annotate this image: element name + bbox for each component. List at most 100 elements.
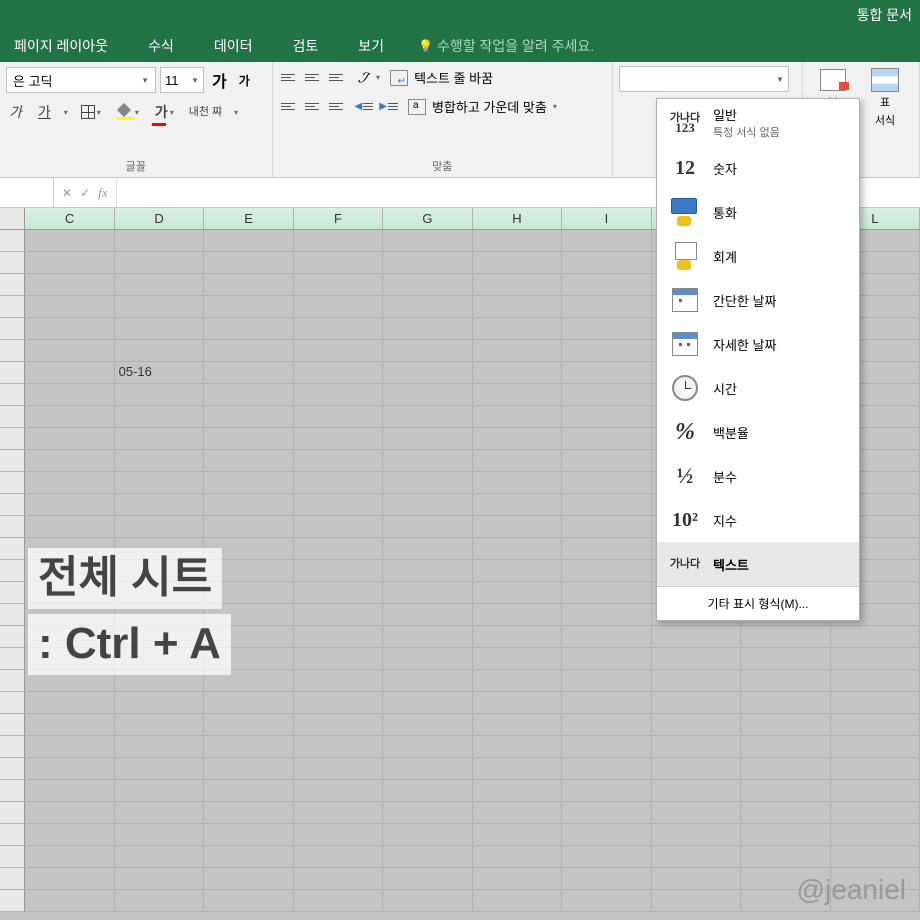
cell[interactable] <box>204 472 293 493</box>
cell[interactable] <box>204 340 293 361</box>
cell[interactable] <box>25 340 114 361</box>
cell[interactable] <box>562 296 651 317</box>
cell[interactable] <box>741 802 830 823</box>
cell[interactable] <box>473 846 562 867</box>
cell[interactable] <box>652 626 741 647</box>
cell[interactable] <box>115 472 204 493</box>
cell[interactable] <box>204 780 293 801</box>
cell[interactable] <box>115 846 204 867</box>
cell[interactable] <box>115 450 204 471</box>
row-header[interactable] <box>0 406 25 427</box>
cell[interactable] <box>652 890 741 911</box>
cell[interactable] <box>473 890 562 911</box>
cell[interactable] <box>473 582 562 603</box>
cell[interactable] <box>652 714 741 735</box>
cell[interactable] <box>294 318 383 339</box>
cell[interactable] <box>294 560 383 581</box>
format-currency[interactable]: 통화 <box>657 190 859 234</box>
cell[interactable] <box>25 362 114 383</box>
cell[interactable] <box>652 670 741 691</box>
cell[interactable] <box>294 362 383 383</box>
cell[interactable] <box>652 780 741 801</box>
cell[interactable] <box>115 714 204 735</box>
cell[interactable] <box>294 538 383 559</box>
format-long-date[interactable]: 자세한 날짜 <box>657 322 859 366</box>
cell[interactable] <box>204 406 293 427</box>
format-accounting[interactable]: 회계 <box>657 234 859 278</box>
cell[interactable] <box>383 340 472 361</box>
cell[interactable] <box>383 230 472 251</box>
cell[interactable] <box>383 560 472 581</box>
font-name-combo[interactable]: 은 고딕 ▼ <box>6 67 156 93</box>
italic-button[interactable]: 가 <box>6 100 25 124</box>
cell[interactable] <box>383 868 472 889</box>
cell[interactable] <box>25 692 114 713</box>
col-header-i[interactable]: I <box>562 208 651 229</box>
cell[interactable] <box>383 318 472 339</box>
cell[interactable] <box>652 736 741 757</box>
cell[interactable] <box>204 230 293 251</box>
col-header-f[interactable]: F <box>294 208 383 229</box>
cell[interactable] <box>562 428 651 449</box>
row-header[interactable] <box>0 472 25 493</box>
align-middle-button[interactable] <box>303 68 325 88</box>
row-header[interactable] <box>0 824 25 845</box>
cell[interactable] <box>204 450 293 471</box>
cell[interactable] <box>115 824 204 845</box>
cell[interactable] <box>652 846 741 867</box>
font-color-button[interactable]: 가 ▾ <box>152 100 177 124</box>
cell[interactable] <box>741 626 830 647</box>
cell[interactable] <box>652 758 741 779</box>
cell[interactable] <box>652 648 741 669</box>
col-header-c[interactable]: C <box>25 208 114 229</box>
cell[interactable] <box>294 428 383 449</box>
cell[interactable] <box>294 384 383 405</box>
cell[interactable] <box>294 582 383 603</box>
cell[interactable] <box>294 296 383 317</box>
row-header[interactable] <box>0 846 25 867</box>
cell[interactable] <box>741 780 830 801</box>
cell[interactable] <box>383 494 472 515</box>
cell[interactable] <box>473 604 562 625</box>
cell[interactable] <box>562 230 651 251</box>
cell[interactable] <box>562 582 651 603</box>
cell[interactable] <box>562 604 651 625</box>
cell[interactable] <box>115 736 204 757</box>
cell[interactable] <box>473 472 562 493</box>
number-format-combo[interactable]: ▼ <box>619 66 789 92</box>
cell[interactable] <box>473 384 562 405</box>
enter-icon[interactable]: ✓ <box>80 186 90 200</box>
row-header[interactable] <box>0 670 25 691</box>
cell[interactable] <box>473 824 562 845</box>
cell[interactable] <box>294 494 383 515</box>
cell[interactable] <box>294 714 383 735</box>
cell[interactable] <box>383 296 472 317</box>
chevron-down-icon[interactable]: ▾ <box>376 73 380 82</box>
cell[interactable] <box>383 582 472 603</box>
cell[interactable] <box>741 714 830 735</box>
cell[interactable] <box>473 252 562 273</box>
cell[interactable] <box>25 296 114 317</box>
fill-color-button[interactable]: ▾ <box>114 103 142 121</box>
cell[interactable] <box>294 736 383 757</box>
cell[interactable] <box>25 802 114 823</box>
cell[interactable] <box>562 252 651 273</box>
cell[interactable] <box>652 824 741 845</box>
cell[interactable] <box>294 890 383 911</box>
row-header[interactable] <box>0 340 25 361</box>
cell[interactable] <box>25 890 114 911</box>
row-header[interactable] <box>0 516 25 537</box>
format-scientific[interactable]: 10² 지수 <box>657 498 859 542</box>
cell[interactable] <box>562 670 651 691</box>
tell-me-search[interactable]: 💡 수행할 작업을 알려 주세요. <box>418 36 594 56</box>
cell[interactable] <box>562 780 651 801</box>
cell[interactable] <box>25 824 114 845</box>
cell[interactable] <box>562 758 651 779</box>
cell[interactable] <box>831 824 920 845</box>
cell[interactable] <box>204 296 293 317</box>
cell[interactable] <box>383 692 472 713</box>
cell[interactable] <box>562 802 651 823</box>
cell[interactable] <box>473 538 562 559</box>
cell[interactable] <box>562 648 651 669</box>
cell[interactable] <box>562 516 651 537</box>
